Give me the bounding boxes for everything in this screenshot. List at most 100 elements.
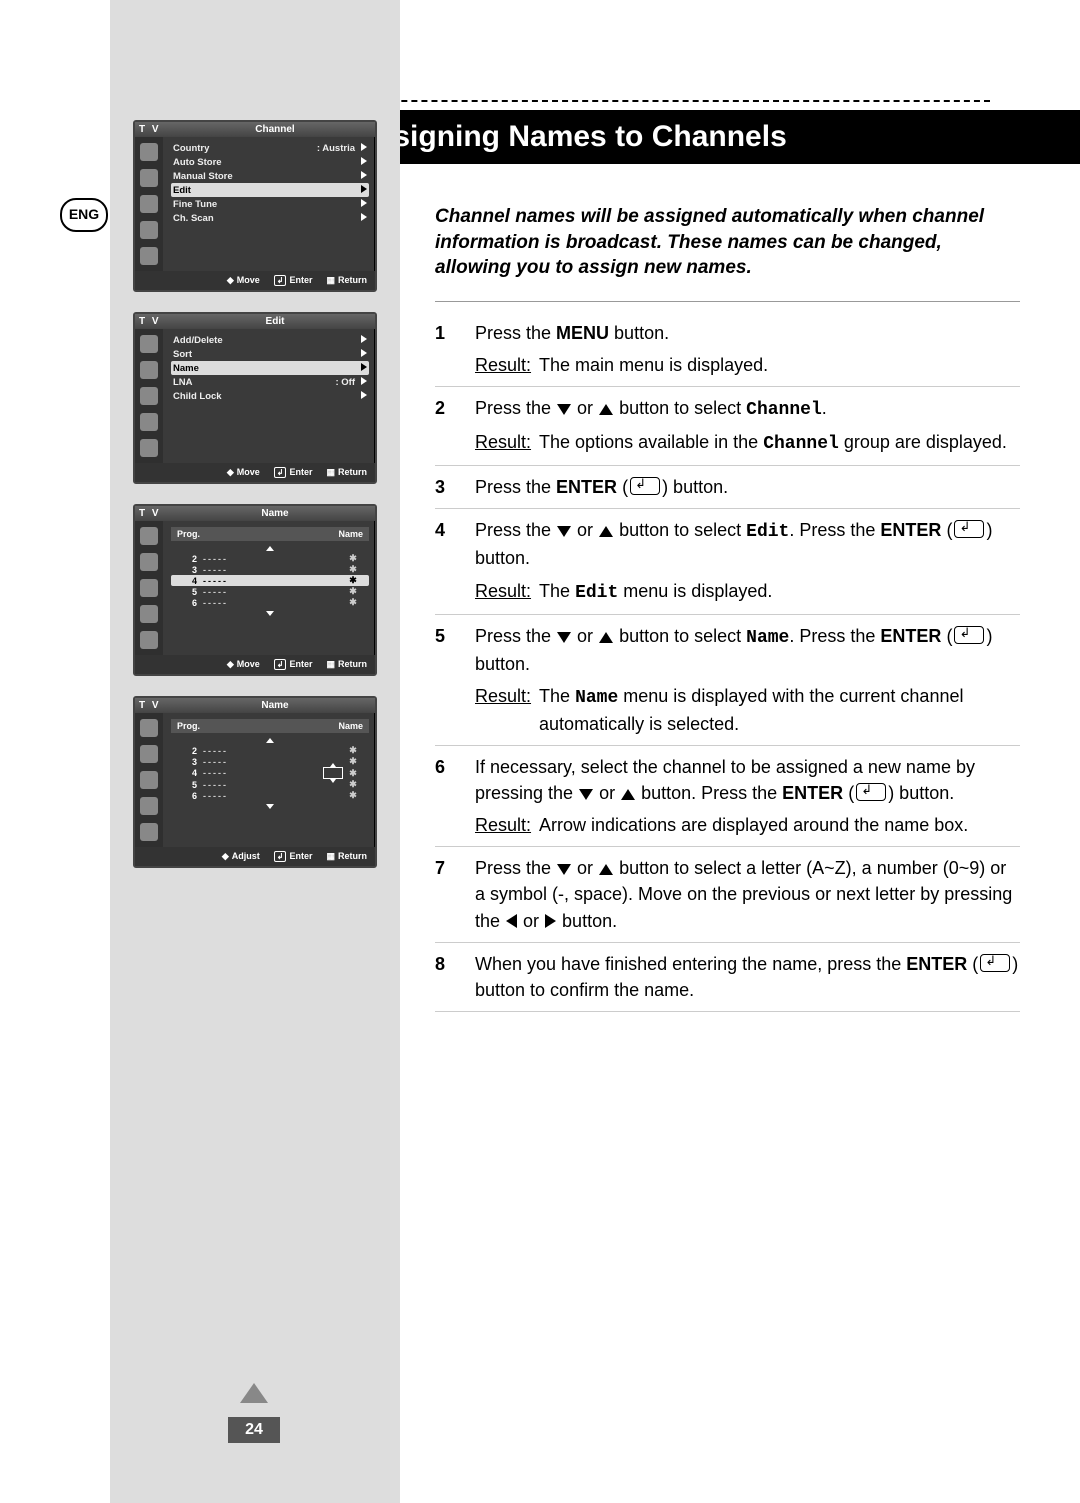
- step-body: Press the ENTER () button.: [475, 474, 1020, 500]
- osd-menu-item: Edit: [171, 183, 369, 197]
- prog-row: 2-----✱: [171, 553, 369, 564]
- chevron-right-icon: [361, 377, 367, 388]
- osd-title: Name: [179, 700, 371, 711]
- osd-foot-move: Move: [227, 467, 260, 478]
- step: 6If necessary, select the channel to be …: [435, 746, 1020, 847]
- step-list: 1Press the MENU button.Result:The main m…: [435, 312, 1020, 1012]
- result-label: Result:: [475, 683, 531, 737]
- osd-menu-item: Manual Store: [171, 169, 369, 183]
- chevron-right-icon: [361, 391, 367, 402]
- down-arrow-icon: [557, 632, 571, 643]
- osd-foot-move: Move: [227, 275, 260, 286]
- right-arrow-icon: [545, 914, 556, 928]
- step: 1Press the MENU button.Result:The main m…: [435, 312, 1020, 387]
- down-arrow-icon: [557, 404, 571, 415]
- osd-foot-enter: Enter: [274, 851, 313, 862]
- prog-row: 3-----✱: [171, 564, 369, 575]
- result-label: Result:: [475, 352, 531, 378]
- step-body: When you have finished entering the name…: [475, 951, 1020, 1003]
- chevron-right-icon: [361, 143, 367, 154]
- osd-foot-move: Move: [227, 659, 260, 670]
- up-arrow-icon: [599, 632, 613, 643]
- step: 7Press the or button to select a letter …: [435, 847, 1020, 942]
- step-body: Press the or button to select a letter (…: [475, 855, 1020, 933]
- page-number: 24: [228, 1417, 280, 1443]
- step: 8When you have finished entering the nam…: [435, 943, 1020, 1012]
- osd-menu-item: Name: [171, 361, 369, 375]
- osd-menu-item: Country: Austria: [171, 141, 369, 155]
- intro-text: Channel names will be assigned automatic…: [435, 204, 1020, 281]
- chevron-right-icon: [361, 199, 367, 210]
- prog-row: 5-----✱: [171, 779, 369, 790]
- screenshot-gutter: T V Channel Country: AustriaAuto StoreMa…: [110, 0, 400, 1503]
- osd-edit-menu: T V Edit Add/DeleteSortNameLNA: OffChild…: [133, 312, 377, 484]
- osd-tv-label: T V: [139, 316, 179, 327]
- osd-menu-item: Add/Delete: [171, 333, 369, 347]
- osd-name-list: T V Name Prog.Name2-----✱3-----✱4-----✱5…: [133, 504, 377, 676]
- scroll-down-icon: [171, 801, 369, 811]
- chevron-right-icon: [361, 185, 367, 196]
- step-body: Press the or button to select Name. Pres…: [475, 623, 1020, 737]
- scroll-up-icon: [171, 543, 369, 553]
- osd-title: Edit: [179, 316, 371, 327]
- osd-foot-enter: Enter: [274, 467, 313, 478]
- prog-row: 4-----✱: [171, 575, 369, 586]
- step-number: 7: [435, 855, 475, 933]
- chevron-right-icon: [361, 349, 367, 360]
- step-number: 1: [435, 320, 475, 378]
- scroll-down-icon: [171, 608, 369, 618]
- result-text: The Edit menu is displayed.: [539, 578, 772, 606]
- result-text: The options available in the Channel gro…: [539, 429, 1007, 457]
- osd-menu-item: Ch. Scan: [171, 211, 369, 225]
- step-number: 5: [435, 623, 475, 737]
- down-arrow-icon: [579, 789, 593, 800]
- up-arrow-icon: [599, 404, 613, 415]
- step-number: 6: [435, 754, 475, 838]
- step: 4Press the or button to select Edit. Pre…: [435, 509, 1020, 614]
- osd-foot-return: Return: [326, 467, 367, 478]
- osd-title: Channel: [179, 124, 371, 135]
- osd-channel-menu: T V Channel Country: AustriaAuto StoreMa…: [133, 120, 377, 292]
- osd-tv-label: T V: [139, 700, 179, 711]
- osd-menu-item: LNA: Off: [171, 375, 369, 389]
- chevron-right-icon: [361, 157, 367, 168]
- result-text: The Name menu is displayed with the curr…: [539, 683, 1020, 737]
- chevron-right-icon: [361, 335, 367, 346]
- enter-icon: [980, 954, 1010, 972]
- osd-foot-enter: Enter: [274, 275, 313, 286]
- name-edit-box: [323, 767, 343, 779]
- enter-icon: [954, 626, 984, 644]
- prog-row: 6-----✱: [171, 790, 369, 801]
- osd-menu-item: Fine Tune: [171, 197, 369, 211]
- result-label: Result:: [475, 578, 531, 606]
- page-arrow-icon: [240, 1383, 268, 1403]
- step-number: 3: [435, 474, 475, 500]
- step: 3Press the ENTER () button.: [435, 466, 1020, 509]
- up-arrow-icon: [599, 526, 613, 537]
- step-body: If necessary, select the channel to be a…: [475, 754, 1020, 838]
- osd-foot-adjust: Adjust: [222, 851, 260, 862]
- step-body: Press the MENU button.Result:The main me…: [475, 320, 1020, 378]
- left-arrow-icon: [506, 914, 517, 928]
- osd-name-edit: T V Name Prog.Name2-----✱3-----✱4-----✱5…: [133, 696, 377, 868]
- osd-menu-item: Child Lock: [171, 389, 369, 403]
- step-body: Press the or button to select Edit. Pres…: [475, 517, 1020, 605]
- enter-icon: [954, 520, 984, 538]
- chevron-right-icon: [361, 213, 367, 224]
- osd-tv-label: T V: [139, 508, 179, 519]
- prog-row: 6-----✱: [171, 597, 369, 608]
- result-text: The main menu is displayed.: [539, 352, 768, 378]
- osd-menu-item: Sort: [171, 347, 369, 361]
- up-arrow-icon: [621, 789, 635, 800]
- chevron-right-icon: [361, 171, 367, 182]
- osd-tv-label: T V: [139, 124, 179, 135]
- step-number: 8: [435, 951, 475, 1003]
- result-label: Result:: [475, 812, 531, 838]
- prog-row: 3-----✱: [171, 756, 369, 767]
- step-body: Press the or button to select Channel.Re…: [475, 395, 1020, 457]
- osd-foot-return: Return: [326, 851, 367, 862]
- down-arrow-icon: [557, 526, 571, 537]
- step: 2Press the or button to select Channel.R…: [435, 387, 1020, 466]
- page-title: Assigning Names to Channels: [335, 110, 1080, 164]
- scroll-up-icon: [171, 735, 369, 745]
